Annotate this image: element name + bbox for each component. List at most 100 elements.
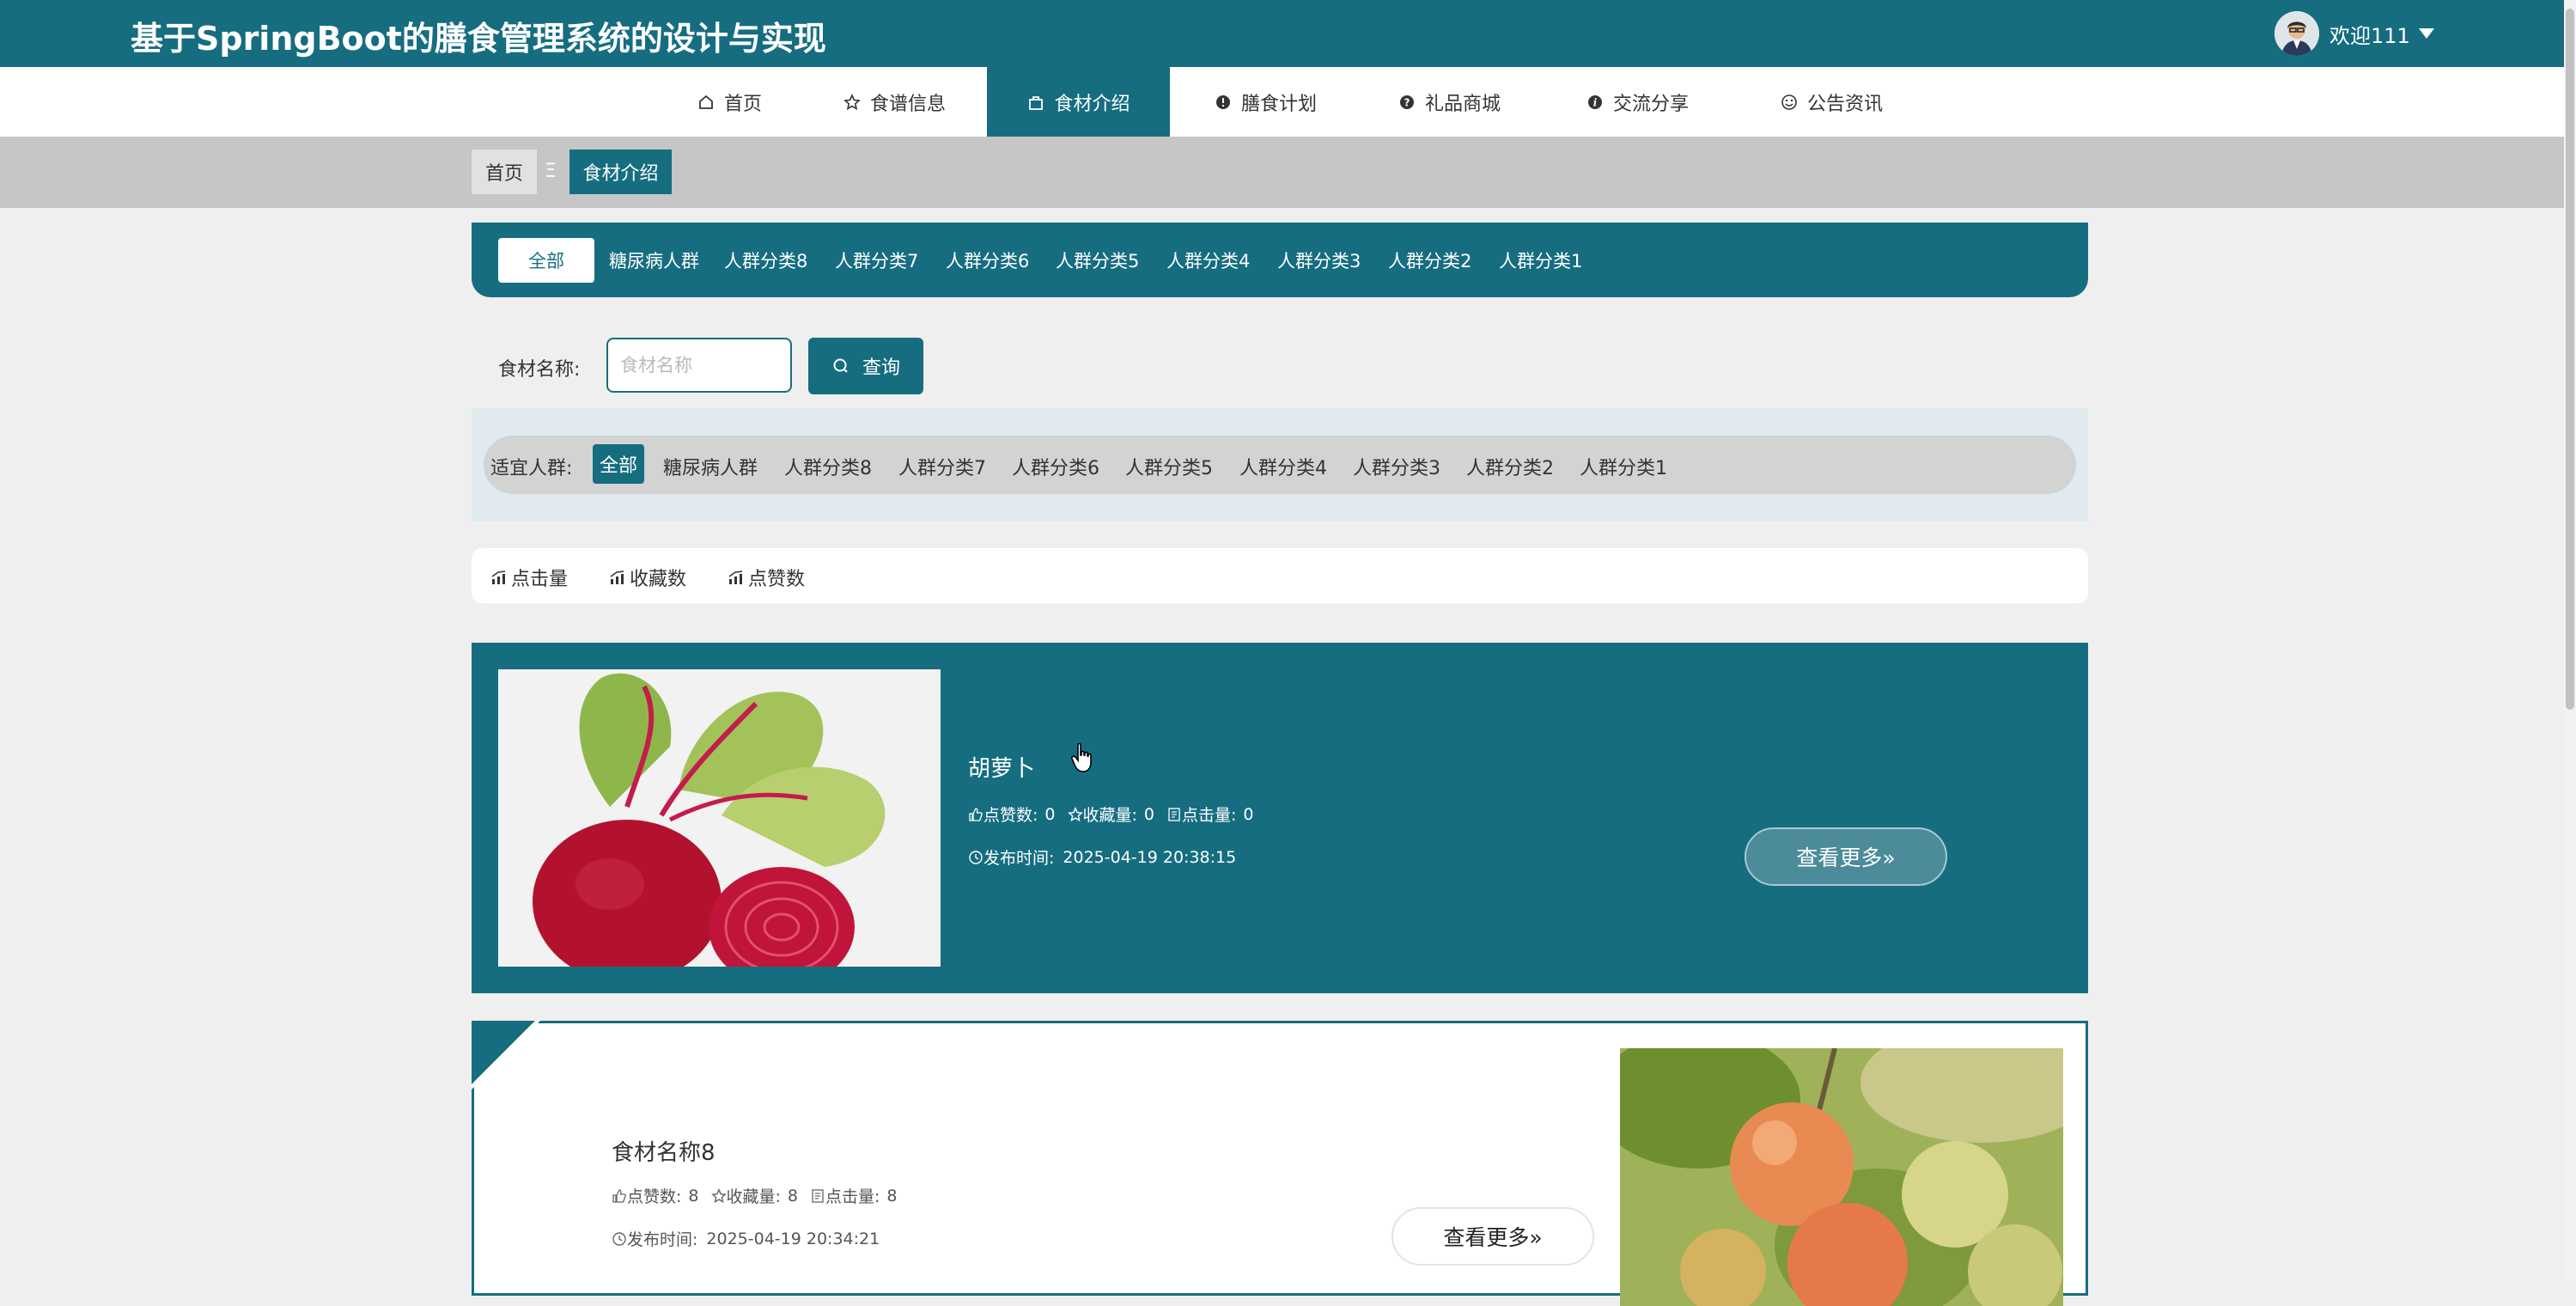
search-button-label[interactable]: 查询: [862, 352, 900, 380]
crowd-option[interactable]: 糖尿病人群: [663, 453, 758, 480]
fruit-image-icon: [1620, 1048, 2063, 1306]
nav-label[interactable]: 交流分享: [1613, 88, 1689, 116]
search-input[interactable]: [606, 338, 792, 393]
home-icon: [697, 93, 716, 112]
chevron-down-icon[interactable]: [2418, 28, 2434, 39]
svg-text:?: ?: [1404, 96, 1410, 108]
ingredient-image-beet[interactable]: [498, 669, 941, 967]
category-tab[interactable]: 人群分类5: [1056, 238, 1139, 283]
likes-value: 0: [1044, 804, 1056, 824]
nav-label[interactable]: 首页: [724, 88, 762, 116]
nav-label[interactable]: 礼品商城: [1425, 88, 1501, 116]
nav-label[interactable]: 膳食计划: [1241, 88, 1317, 116]
category-tab[interactable]: 人群分类1: [1499, 238, 1582, 283]
scrollbar-thumb[interactable]: [2566, 9, 2574, 710]
user-menu[interactable]: 欢迎111: [2275, 9, 2434, 58]
crowd-option[interactable]: 人群分类3: [1353, 453, 1440, 480]
favorites-label: 收藏量:: [1082, 806, 1137, 825]
crowd-option[interactable]: 人群分类2: [1466, 453, 1554, 480]
favorites-value: 0: [1143, 804, 1154, 824]
nav-item-news[interactable]: 公告资讯: [1757, 67, 1905, 137]
clicks-label: 点击量:: [1182, 806, 1237, 825]
card-title[interactable]: 食材名称8: [612, 1135, 716, 1167]
main-nav: 首页 食谱信息 食材介绍 膳食计划 ? 礼品商城 i 交流分享 公告资讯: [0, 67, 2564, 137]
likes-value: 8: [688, 1186, 699, 1205]
avatar-icon: [2275, 11, 2319, 56]
nav-label[interactable]: 食谱信息: [870, 88, 946, 116]
time-label: 发布时间:: [627, 1230, 698, 1249]
svg-text:i: i: [1593, 96, 1598, 108]
crowd-option[interactable]: 人群分类4: [1239, 453, 1327, 480]
sort-label[interactable]: 点赞数: [748, 564, 805, 591]
card-time: 发布时间: 2025-04-19 20:38:15: [968, 845, 1236, 869]
time-value: 2025-04-19 20:38:15: [1063, 847, 1237, 867]
category-tab[interactable]: 人群分类7: [835, 238, 918, 283]
welcome-text[interactable]: 欢迎111: [2329, 19, 2410, 49]
chart-icon: [728, 571, 743, 584]
likes-label: 点赞数:: [984, 806, 1038, 825]
crowd-option[interactable]: 人群分类1: [1580, 453, 1667, 480]
sort-label[interactable]: 点击量: [511, 564, 568, 591]
ingredient-card[interactable]: 食材名称8 点赞数: 8 收藏量: 8 点击量: 8 发布时间: 2025-04…: [472, 1021, 2088, 1306]
search-label: 食材名称:: [498, 359, 581, 381]
nav-item-home[interactable]: 首页: [682, 67, 776, 137]
sort-likes[interactable]: 点赞数: [728, 564, 805, 591]
clock-icon: [969, 850, 983, 864]
nav-label[interactable]: 公告资讯: [1807, 88, 1883, 116]
info-icon: [1214, 93, 1233, 112]
favorites-stat: 收藏量: 0: [1067, 803, 1154, 826]
crowd-filter-panel: 适宜人群: 全部 糖尿病人群 人群分类8 人群分类7 人群分类6 人群分类5 人…: [472, 408, 2088, 522]
nav-item-meal-plan[interactable]: 膳食计划: [1201, 67, 1330, 137]
nav-item-ingredients[interactable]: 食材介绍: [987, 67, 1170, 137]
crowd-option[interactable]: 人群分类5: [1125, 453, 1213, 480]
category-tab[interactable]: 人群分类4: [1166, 238, 1250, 283]
breadcrumb-home[interactable]: 首页: [472, 150, 537, 194]
document-icon: [812, 1188, 824, 1203]
category-tab-all[interactable]: 全部: [498, 238, 594, 283]
likes-stat: 点赞数: 8: [612, 1184, 699, 1207]
crowd-option[interactable]: 人群分类7: [898, 453, 986, 480]
corner-decoration: [472, 1021, 540, 1089]
category-tab[interactable]: 人群分类6: [946, 238, 1029, 283]
category-tabs: 全部 糖尿病人群 人群分类8 人群分类7 人群分类6 人群分类5 人群分类4 人…: [472, 223, 2088, 297]
breadcrumb-current: 食材介绍: [569, 150, 672, 194]
breadcrumb: 首页 Ξ 食材介绍: [0, 137, 2564, 208]
ingredient-image-fruit[interactable]: [1620, 1048, 2063, 1306]
crowd-option[interactable]: 人群分类6: [1012, 453, 1099, 480]
crowd-option-all[interactable]: 全部: [593, 444, 645, 484]
crowd-option[interactable]: 人群分类8: [784, 453, 872, 480]
sort-bar: 点击量 收藏数 点赞数: [472, 548, 2088, 603]
likes-stat: 点赞数: 0: [968, 803, 1056, 826]
search-button[interactable]: 查询: [808, 338, 923, 394]
italic-info-icon: i: [1586, 93, 1605, 112]
nav-item-gift-shop[interactable]: ? 礼品商城: [1385, 67, 1513, 137]
time-value: 2025-04-19 20:34:21: [706, 1229, 880, 1248]
nav-item-recipes[interactable]: 食谱信息: [830, 67, 959, 137]
favorites-stat: 收藏量: 8: [710, 1184, 798, 1207]
view-more-button[interactable]: 查看更多»: [1392, 1207, 1594, 1266]
card-title[interactable]: 胡萝卜: [968, 751, 1035, 783]
site-title: 基于SpringBoot的膳食管理系统的设计与实现: [131, 20, 826, 58]
chart-icon: [491, 571, 506, 584]
category-tab[interactable]: 人群分类3: [1277, 238, 1361, 283]
sort-clicks[interactable]: 点击量: [490, 564, 568, 591]
sort-label[interactable]: 收藏数: [630, 564, 686, 591]
sort-favorites[interactable]: 收藏数: [609, 564, 686, 591]
star-icon: [710, 1187, 727, 1203]
hand-cursor-icon: [1071, 742, 1092, 772]
thumbs-up-icon: [969, 807, 983, 821]
category-tab[interactable]: 糖尿病人群: [609, 238, 699, 283]
card-stats: 点赞数: 0 收藏量: 0 点击量: 0: [968, 803, 1266, 826]
avatar[interactable]: [2275, 11, 2319, 56]
star-icon: [843, 93, 862, 112]
category-tab[interactable]: 人群分类2: [1388, 238, 1471, 283]
ingredient-card[interactable]: 胡萝卜 点赞数: 0 收藏量: 0 点击量: 0 发布时间: 2025-04-1…: [472, 643, 2088, 993]
clock-icon: [612, 1231, 626, 1246]
nav-item-share[interactable]: i 交流分享: [1573, 67, 1702, 137]
search-icon: [833, 358, 848, 373]
view-more-button[interactable]: 查看更多»: [1745, 827, 1947, 886]
crowd-filter-bar: 适宜人群: 全部 糖尿病人群 人群分类8 人群分类7 人群分类6 人群分类5 人…: [484, 436, 2076, 494]
category-tab[interactable]: 人群分类8: [724, 238, 807, 283]
nav-label[interactable]: 食材介绍: [1054, 88, 1130, 116]
clicks-stat: 点击量: 0: [1166, 803, 1254, 826]
